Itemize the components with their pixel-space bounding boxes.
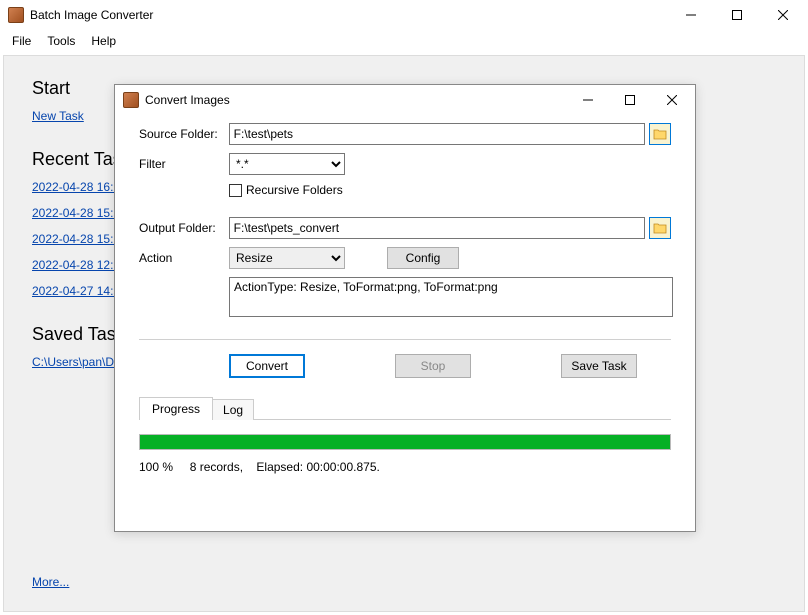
window-title: Batch Image Converter [30,8,668,22]
browse-source-button[interactable] [649,123,671,145]
progress-text: 100 % 8 records, Elapsed: 00:00:00.875. [139,460,671,474]
menu-help[interactable]: Help [85,32,122,50]
convert-button[interactable]: Convert [229,354,305,378]
dialog-title: Convert Images [145,93,567,107]
dialog-title-bar: Convert Images [115,85,695,115]
output-folder-label: Output Folder: [139,221,229,235]
folder-icon [653,222,667,234]
main-title-bar: Batch Image Converter [0,0,808,30]
action-label: Action [139,251,229,265]
tab-progress[interactable]: Progress [139,397,213,420]
recursive-checkbox[interactable] [229,184,242,197]
close-button[interactable] [760,1,806,29]
folder-icon [653,128,667,140]
menu-file[interactable]: File [6,32,37,50]
recursive-label: Recursive Folders [246,183,343,197]
action-combo[interactable]: Resize [229,247,345,269]
output-folder-input[interactable] [229,217,645,239]
source-folder-label: Source Folder: [139,127,229,141]
menu-tools[interactable]: Tools [41,32,81,50]
app-icon [8,7,24,23]
browse-output-button[interactable] [649,217,671,239]
progress-bar [139,434,671,450]
convert-images-dialog: Convert Images Source Folder: Filter *.*… [114,84,696,532]
stop-button[interactable]: Stop [395,354,471,378]
menu-bar: File Tools Help [0,30,808,52]
progress-percent: 100 % [139,460,173,474]
dialog-maximize-button[interactable] [609,86,651,114]
progress-panel: 100 % 8 records, Elapsed: 00:00:00.875. [139,419,671,474]
source-folder-input[interactable] [229,123,645,145]
dialog-icon [123,92,139,108]
save-task-button[interactable]: Save Task [561,354,637,378]
config-button[interactable]: Config [387,247,459,269]
maximize-button[interactable] [714,1,760,29]
progress-elapsed: Elapsed: 00:00:00.875. [256,460,379,474]
progress-records: 8 records, [190,460,243,474]
minimize-button[interactable] [668,1,714,29]
action-summary: ActionType: Resize, ToFormat:png, ToForm… [229,277,673,317]
dialog-minimize-button[interactable] [567,86,609,114]
dialog-close-button[interactable] [651,86,693,114]
more-link[interactable]: More... [32,575,69,589]
tab-log[interactable]: Log [212,399,254,420]
separator [139,339,671,340]
filter-combo[interactable]: *.* [229,153,345,175]
filter-label: Filter [139,157,229,171]
